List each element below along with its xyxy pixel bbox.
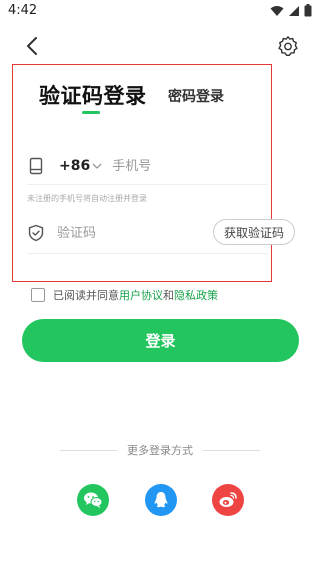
back-icon xyxy=(27,37,37,55)
qq-icon xyxy=(154,492,168,508)
battery-icon xyxy=(304,4,312,17)
settings-button[interactable] xyxy=(276,34,300,58)
shield-icon xyxy=(28,224,44,242)
phone-icon xyxy=(29,157,43,175)
code-row: 获取验证码 xyxy=(27,218,295,248)
agreement-row: 已阅读并同意 用户协议和隐私政策 xyxy=(31,287,218,303)
weibo-login-button[interactable] xyxy=(212,484,244,516)
gear-icon xyxy=(278,36,298,57)
wechat-login-button[interactable] xyxy=(77,484,109,516)
status-bar: 4:42 xyxy=(0,0,320,24)
status-time: 4:42 xyxy=(8,3,38,18)
user-agreement-link[interactable]: 用户协议 xyxy=(119,287,163,303)
country-code[interactable]: +86 xyxy=(59,158,90,174)
qq-login-button[interactable] xyxy=(145,484,177,516)
phone-row: +86 xyxy=(27,150,277,182)
login-button[interactable]: 登录 xyxy=(22,319,299,362)
phone-divider xyxy=(27,184,267,185)
wechat-icon xyxy=(84,492,103,508)
privacy-policy-link[interactable]: 隐私政策 xyxy=(174,287,218,303)
back-button[interactable] xyxy=(20,34,44,58)
active-tab-indicator xyxy=(82,111,100,114)
auto-register-hint: 未注册的手机号将自动注册并登录 xyxy=(27,194,147,203)
code-divider xyxy=(27,253,267,254)
tab-sms-login[interactable]: 验证码登录 xyxy=(39,80,147,110)
wifi-icon xyxy=(270,5,284,16)
agreement-prefix: 已阅读并同意 xyxy=(53,289,119,302)
divider-line-left xyxy=(60,449,117,451)
signal-icon xyxy=(289,5,299,16)
weibo-icon xyxy=(219,492,237,507)
more-login-label: 更多登录方式 xyxy=(127,444,193,457)
divider-line-right xyxy=(203,449,260,451)
get-code-button[interactable]: 获取验证码 xyxy=(212,219,295,245)
status-icons xyxy=(270,4,312,17)
verify-code-input[interactable] xyxy=(57,225,177,241)
phone-input[interactable] xyxy=(112,158,253,174)
more-login-divider: 更多登录方式 xyxy=(60,442,260,458)
agreement-checkbox[interactable] xyxy=(31,288,45,302)
agreement-and: 和 xyxy=(163,289,174,302)
tab-password-login[interactable]: 密码登录 xyxy=(168,86,224,106)
chevron-down-icon[interactable] xyxy=(92,162,102,170)
